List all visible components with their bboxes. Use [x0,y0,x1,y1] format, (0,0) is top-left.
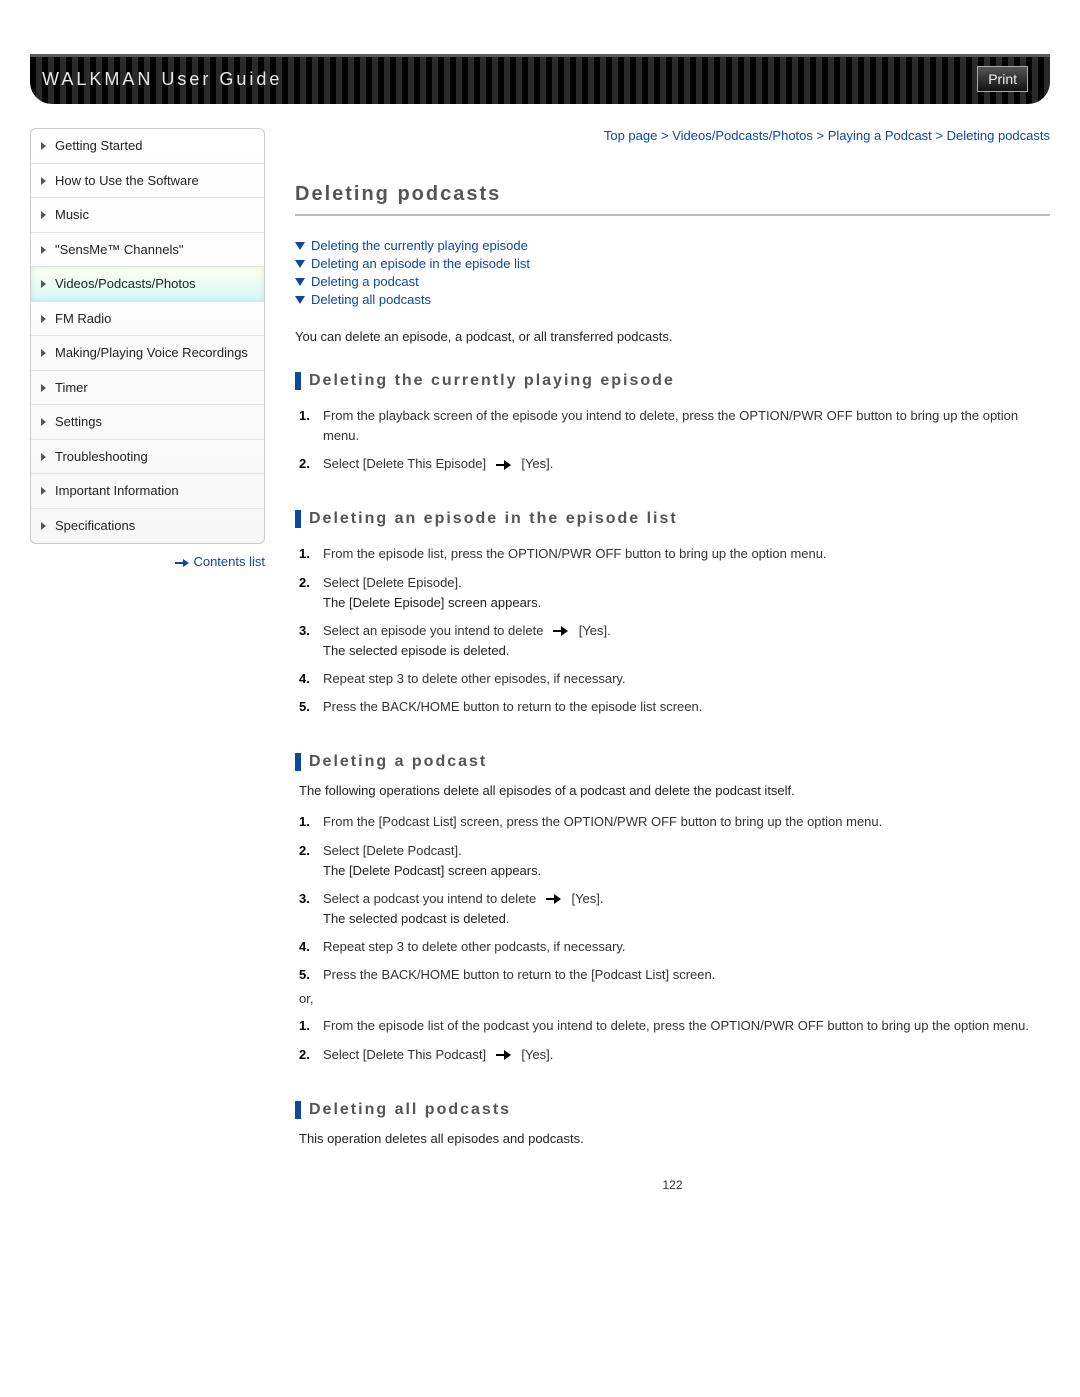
anchor-label: Deleting an episode in the episode list [311,256,530,271]
app-title: WALKMAN User Guide [42,69,282,90]
page-number: 122 [295,1178,1050,1192]
anchor-links: Deleting the currently playing episode D… [295,238,1050,307]
step-text: [Yes]. [579,623,611,638]
section-del-current: Deleting the currently playing episode F… [295,372,1050,478]
steps-list: From the playback screen of the episode … [295,402,1050,478]
print-button[interactable]: Print [977,66,1028,92]
sidebar-nav: Getting Started How to Use the Software … [30,128,265,544]
nav-voice-recordings[interactable]: Making/Playing Voice Recordings [31,336,264,371]
step-sub: The selected episode is deleted. [323,641,1050,661]
step-text: Select a podcast you intend to delete [323,891,536,906]
step-text: [Yes]. [521,456,553,471]
nav-music[interactable]: Music [31,198,264,233]
step-text: Select [Delete This Podcast] [323,1047,486,1062]
nav-videos-podcasts-photos[interactable]: Videos/Podcasts/Photos [31,267,264,302]
nav-how-to-use-software[interactable]: How to Use the Software [31,164,264,199]
anchor-label: Deleting a podcast [311,274,419,289]
step: Select [Delete This Episode] [Yes]. [299,450,1050,478]
step: Select [Delete Podcast]. The [Delete Pod… [299,837,1050,885]
arrow-right-icon [553,626,569,636]
page-title: Deleting podcasts [295,183,1050,216]
section-desc: The following operations delete all epis… [299,783,1050,798]
anchor-label: Deleting all podcasts [311,292,431,307]
step-text: [Yes]. [521,1047,553,1062]
section-title: Deleting an episode in the episode list [295,510,1050,528]
contents-list-wrap: Contents list [30,554,265,569]
nav-settings[interactable]: Settings [31,405,264,440]
crumb-sep: > [935,128,943,143]
step: From the [Podcast List] screen, press th… [299,808,1050,836]
step-text: [Yes]. [571,891,603,906]
anchor-del-podcast[interactable]: Deleting a podcast [295,274,1050,289]
step: Press the BACK/HOME button to return to … [299,961,1050,989]
step: Select a podcast you intend to delete [Y… [299,885,1050,933]
crumb-current[interactable]: Deleting podcasts [947,128,1050,143]
step-sub: The selected podcast is deleted. [323,909,1050,929]
chevron-down-icon [295,296,305,304]
nav-fm-radio[interactable]: FM Radio [31,302,264,337]
step: From the episode list, press the OPTION/… [299,540,1050,568]
step: Press the BACK/HOME button to return to … [299,693,1050,721]
crumb-sep: > [817,128,825,143]
header-bar: WALKMAN User Guide Print [30,54,1050,104]
breadcrumb: Top page > Videos/Podcasts/Photos > Play… [295,128,1050,143]
step-text: Select an episode you intend to delete [323,623,543,638]
step: Select [Delete Episode]. The [Delete Epi… [299,569,1050,617]
anchor-del-all[interactable]: Deleting all podcasts [295,292,1050,307]
anchor-del-current[interactable]: Deleting the currently playing episode [295,238,1050,253]
step: Repeat step 3 to delete other podcasts, … [299,933,1050,961]
or-text: or, [299,991,1050,1006]
step: From the episode list of the podcast you… [299,1012,1050,1040]
crumb-sep: > [661,128,669,143]
section-del-in-list: Deleting an episode in the episode list … [295,510,1050,721]
crumb-subsection[interactable]: Playing a Podcast [828,128,932,143]
nav-getting-started[interactable]: Getting Started [31,129,264,164]
nav-timer[interactable]: Timer [31,371,264,406]
steps-list: From the episode list, press the OPTION/… [295,540,1050,721]
intro-text: You can delete an episode, a podcast, or… [295,329,1050,344]
chevron-down-icon [295,260,305,268]
crumb-section[interactable]: Videos/Podcasts/Photos [672,128,813,143]
chevron-down-icon [295,242,305,250]
step: Repeat step 3 to delete other episodes, … [299,665,1050,693]
anchor-del-in-list[interactable]: Deleting an episode in the episode list [295,256,1050,271]
crumb-top[interactable]: Top page [604,128,658,143]
nav-important-information[interactable]: Important Information [31,474,264,509]
step-text: Select [Delete Episode]. [323,575,462,590]
steps-list-alt: From the episode list of the podcast you… [295,1012,1050,1068]
step: Select [Delete This Podcast] [Yes]. [299,1041,1050,1069]
nav-troubleshooting[interactable]: Troubleshooting [31,440,264,475]
arrow-right-icon [175,559,189,567]
section-del-podcast: Deleting a podcast The following operati… [295,753,1050,1068]
main-content: Top page > Videos/Podcasts/Photos > Play… [295,128,1050,1192]
arrow-right-icon [496,1050,512,1060]
arrow-right-icon [496,460,512,470]
step-text: Select [Delete Podcast]. [323,843,462,858]
step-sub: The [Delete Podcast] screen appears. [323,861,1050,881]
step-text: Select [Delete This Episode] [323,456,486,471]
steps-list: From the [Podcast List] screen, press th… [295,808,1050,989]
arrow-right-icon [546,894,562,904]
chevron-down-icon [295,278,305,286]
anchor-label: Deleting the currently playing episode [311,238,528,253]
step: From the playback screen of the episode … [299,402,1050,450]
section-del-all: Deleting all podcasts This operation del… [295,1101,1050,1146]
section-title: Deleting the currently playing episode [295,372,1050,390]
step: Select an episode you intend to delete [… [299,617,1050,665]
section-title: Deleting a podcast [295,753,1050,771]
section-title: Deleting all podcasts [295,1101,1050,1119]
nav-sensme-channels[interactable]: "SensMe™ Channels" [31,233,264,268]
step-sub: The [Delete Episode] screen appears. [323,593,1050,613]
contents-list-link[interactable]: Contents list [193,554,265,569]
section-desc: This operation deletes all episodes and … [299,1131,1050,1146]
nav-specifications[interactable]: Specifications [31,509,264,543]
